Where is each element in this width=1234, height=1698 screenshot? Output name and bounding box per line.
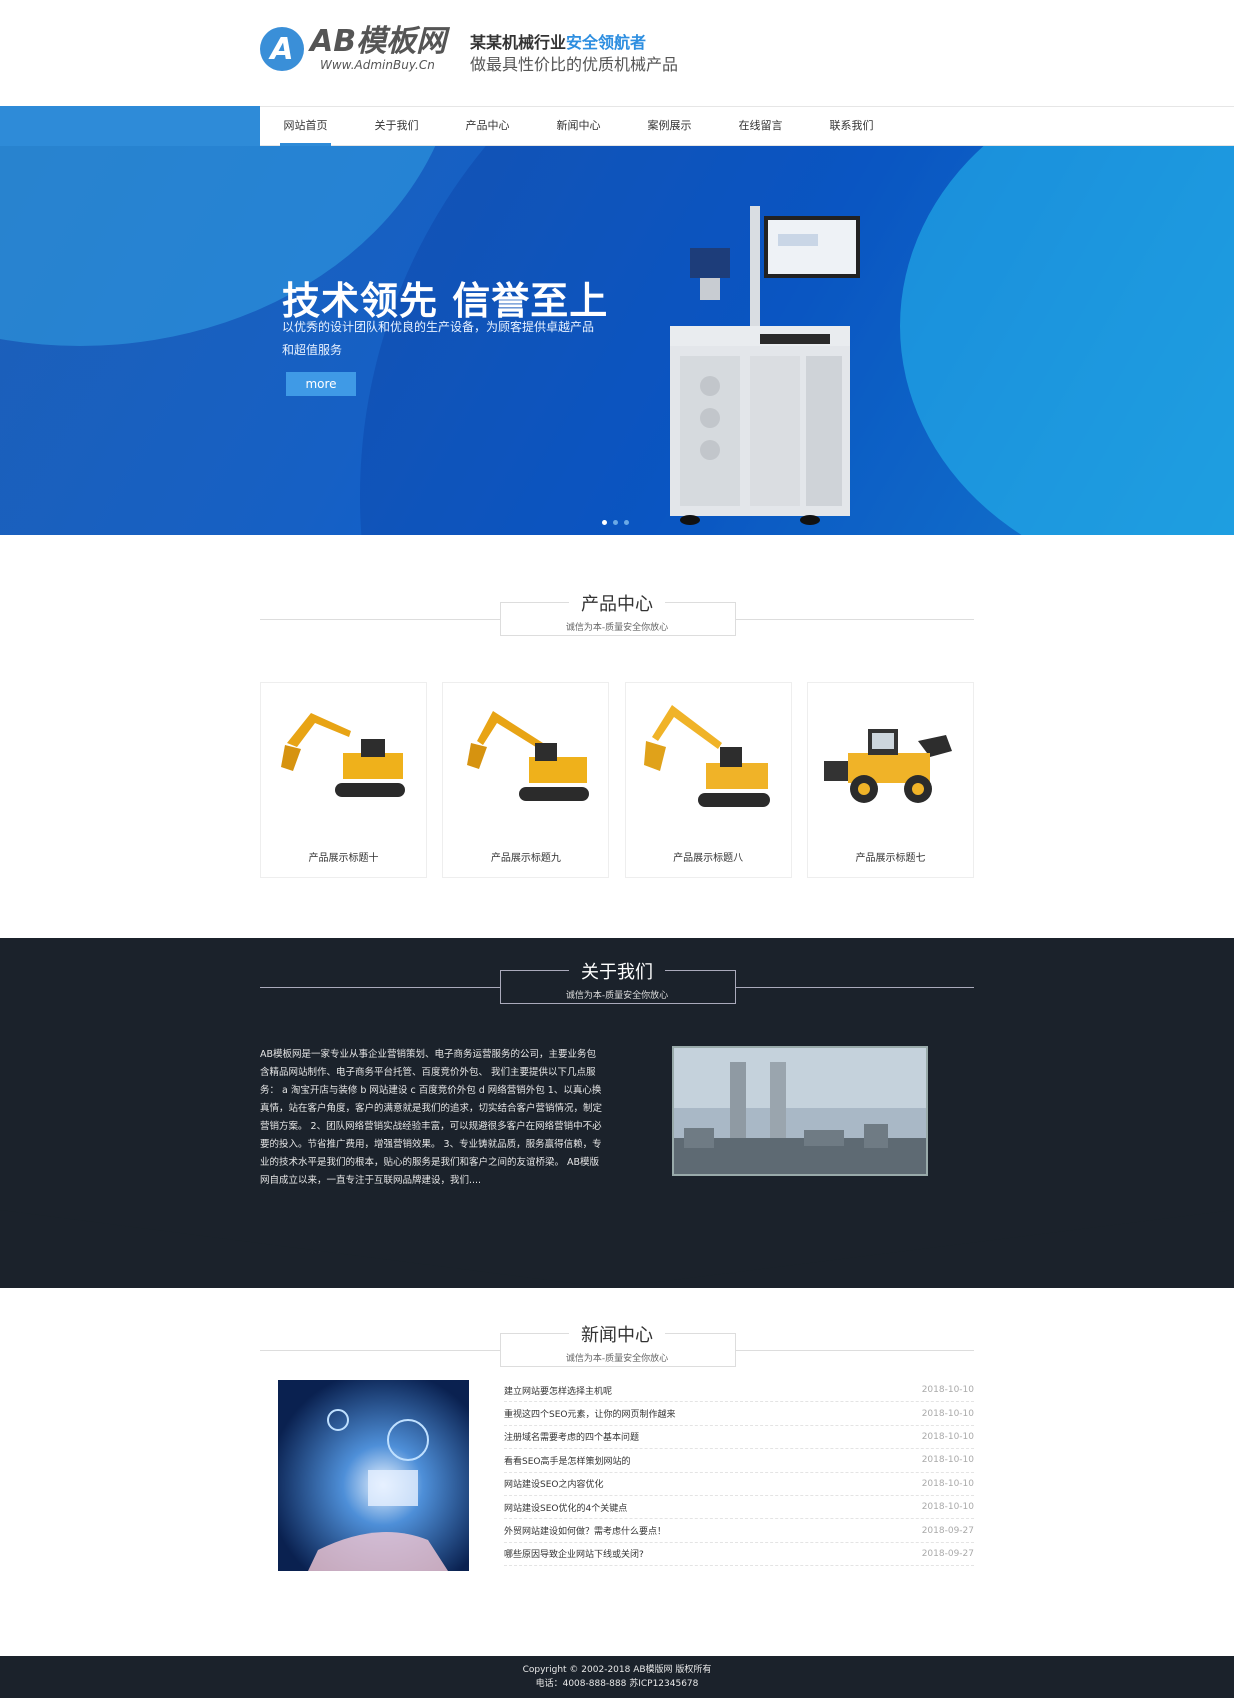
- logo-icon: A: [260, 27, 304, 71]
- nav-item-about[interactable]: 关于我们: [351, 106, 442, 146]
- product-card[interactable]: 产品展示标题九: [442, 682, 610, 878]
- product-grid: 产品展示标题十 产品展示标题九 产品展示标题八 产品展示标题七: [260, 682, 974, 878]
- slogan-line2: 做最具性价比的优质机械产品: [470, 55, 679, 74]
- header-slogan: 某某机械行业安全领航者 做最具性价比的优质机械产品: [470, 32, 678, 76]
- product-caption: 产品展示标题九: [490, 853, 561, 864]
- news-title[interactable]: 重视这四个SEO元素，让你的网页制作越来: [504, 1407, 676, 1420]
- nav-item-message[interactable]: 在线留言: [715, 106, 806, 146]
- excavator-image: [643, 705, 770, 807]
- news-date: 2018-09-27: [921, 1525, 974, 1536]
- news-date: 2018-09-27: [921, 1548, 974, 1559]
- nav-item-contact[interactable]: 联系我们: [806, 106, 897, 146]
- news-heading: 新闻中心: [569, 1325, 665, 1346]
- news-item[interactable]: 注册域名需要考虑的四个基本问题 2018-10-10: [504, 1426, 974, 1450]
- news-title[interactable]: 哪些原因导致企业网站下线或关闭?: [504, 1547, 644, 1560]
- nav-item-cases[interactable]: 案例展示: [624, 106, 715, 146]
- footer-contact: 电话：4008-888-888 苏ICP12345678: [535, 1679, 699, 1689]
- product-card[interactable]: 产品展示标题八: [624, 682, 792, 878]
- logo-url: Www.AdminBuy.Cn: [320, 58, 435, 72]
- news-date: 2018-10-10: [921, 1408, 974, 1419]
- product-caption: 产品展示标题八: [673, 853, 744, 864]
- products-heading: 产品中心: [569, 594, 665, 615]
- about-subheading: 诚信为本-质量安全你放心: [565, 991, 669, 1001]
- news-title[interactable]: 建立网站要怎样选择主机呢: [504, 1384, 612, 1397]
- logo-name: AB模板网: [310, 24, 447, 59]
- news-title[interactable]: 网站建设SEO优化的4个关键点: [504, 1501, 627, 1514]
- news-date: 2018-10-10: [921, 1385, 974, 1396]
- news-item[interactable]: 重视这四个SEO元素，让你的网页制作越来 2018-10-10: [504, 1402, 974, 1426]
- news-item[interactable]: 哪些原因导致企业网站下线或关闭? 2018-09-27: [504, 1543, 974, 1567]
- excavator-image: [467, 711, 590, 801]
- slide-dot[interactable]: [624, 520, 629, 525]
- news-date: 2018-10-10: [921, 1478, 974, 1489]
- about-section-bottom-shape: [0, 1210, 1234, 1288]
- main-nav: 网站首页 关于我们 产品中心 新闻中心 案例展示 在线留言 联系我们: [260, 106, 897, 146]
- news-list: 建立网站要怎样选择主机呢 2018-10-10 重视这四个SEO元素，让你的网页制…: [504, 1379, 974, 1567]
- factory-chimney-image[interactable]: [672, 1046, 928, 1176]
- slide-dot[interactable]: [602, 520, 607, 525]
- product-card[interactable]: 产品展示标题七: [806, 682, 974, 878]
- product-caption: 产品展示标题七: [855, 853, 926, 864]
- news-item[interactable]: 网站建设SEO之内容优化 2018-10-10: [504, 1473, 974, 1496]
- nav-item-news[interactable]: 新闻中心: [533, 106, 624, 146]
- site-header: A AB模板网 Www.AdminBuy.Cn 某某机械行业安全领航者 做最具性…: [0, 0, 1234, 106]
- nav-accent-block: [0, 106, 260, 146]
- site-footer: Copyright © 2002-2018 AB模版网 版权所有 电话：4008…: [0, 1656, 1234, 1698]
- product-caption: 产品展示标题十: [308, 853, 379, 864]
- slide-dot[interactable]: [613, 520, 618, 525]
- digital-hand-image[interactable]: [278, 1380, 469, 1571]
- news-title[interactable]: 网站建设SEO之内容优化: [504, 1477, 603, 1490]
- slide-indicators: [602, 520, 629, 525]
- products-section-title: 产品中心 诚信为本-质量安全你放心: [260, 594, 974, 636]
- about-description: AB模板网是一家专业从事企业营销策划、电子商务运营服务的公司，主要业务包含精品网…: [260, 1049, 603, 1186]
- news-item[interactable]: 建立网站要怎样选择主机呢 2018-10-10: [504, 1379, 974, 1403]
- slogan-prefix: 某某机械行业: [470, 33, 567, 52]
- page: A AB模板网 Www.AdminBuy.Cn 某某机械行业安全领航者 做最具性…: [0, 0, 1234, 1698]
- news-section-title: 新闻中心 诚信为本-质量安全你放心: [260, 1325, 974, 1367]
- nav-item-home[interactable]: 网站首页: [260, 106, 351, 146]
- logo-letter: A: [270, 31, 294, 67]
- news-title[interactable]: 外贸网站建设如何做？需考虑什么要点！: [504, 1524, 666, 1537]
- hero-banner: 技术领先 信誉至上 以优秀的设计团队和优良的生产设备，为顾客提供卓越产品和超值服…: [0, 146, 1234, 535]
- news-title[interactable]: 注册域名需要考虑的四个基本问题: [504, 1430, 639, 1443]
- slogan-accent: 安全领航者: [566, 33, 647, 52]
- logo[interactable]: A AB模板网 Www.AdminBuy.Cn: [260, 26, 446, 72]
- about-heading: 关于我们: [569, 962, 665, 983]
- banner-more-button[interactable]: more: [286, 372, 356, 396]
- excavator-image: [281, 713, 405, 797]
- footer-copyright: Copyright © 2002-2018 AB模版网 版权所有: [522, 1665, 712, 1675]
- news-date: 2018-10-10: [921, 1502, 974, 1513]
- news-item[interactable]: 外贸网站建设如何做？需考虑什么要点！ 2018-09-27: [504, 1519, 974, 1543]
- news-title[interactable]: 看看SEO高手是怎样策划网站的: [504, 1454, 630, 1467]
- banner-subtitle: 以优秀的设计团队和优良的生产设备，为顾客提供卓越产品和超值服务: [282, 320, 595, 357]
- news-subheading: 诚信为本-质量安全你放心: [565, 1354, 669, 1364]
- news-date: 2018-10-10: [921, 1455, 974, 1466]
- laser-machine-image: [670, 206, 860, 525]
- wheel-loader-image: [823, 729, 952, 803]
- about-section-title: 关于我们 诚信为本-质量安全你放心: [260, 962, 974, 1004]
- news-date: 2018-10-10: [921, 1431, 974, 1442]
- product-card[interactable]: 产品展示标题十: [260, 682, 427, 878]
- products-subheading: 诚信为本-质量安全你放心: [565, 623, 669, 633]
- news-item[interactable]: 看看SEO高手是怎样策划网站的 2018-10-10: [504, 1449, 974, 1473]
- news-item[interactable]: 网站建设SEO优化的4个关键点 2018-10-10: [504, 1496, 974, 1520]
- nav-item-products[interactable]: 产品中心: [442, 106, 533, 146]
